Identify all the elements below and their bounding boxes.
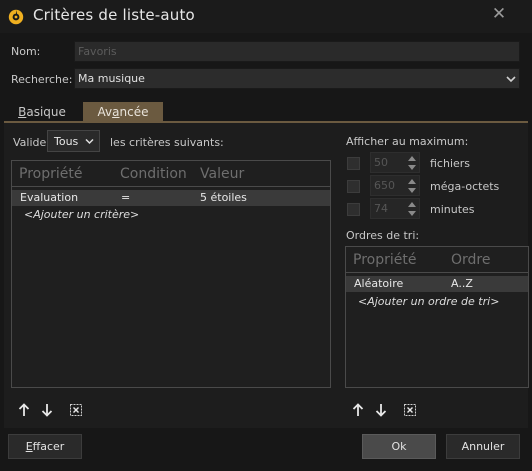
cell-condition: = bbox=[121, 191, 131, 204]
chevron-down-icon bbox=[506, 76, 516, 83]
window-title: Critères de liste-auto bbox=[33, 6, 195, 24]
column-header-property[interactable]: Propriété bbox=[19, 166, 82, 182]
table-row[interactable]: Aléatoire A..Z bbox=[346, 276, 528, 292]
limits-heading: Afficher au maximum: bbox=[346, 135, 469, 148]
column-header-condition[interactable]: Condition bbox=[120, 166, 187, 182]
column-header-sort-property[interactable]: Propriété bbox=[353, 252, 416, 268]
name-label: Nom: bbox=[11, 45, 41, 58]
limit-minutes-value: 74 bbox=[374, 202, 388, 215]
chevron-down-icon bbox=[85, 138, 94, 145]
tab-advanced-label-start: Av bbox=[97, 105, 113, 119]
move-down-icon[interactable] bbox=[41, 403, 53, 417]
valid-label: Valide bbox=[13, 136, 47, 149]
app-logo-icon bbox=[8, 9, 24, 25]
limit-files-unit: fichiers bbox=[430, 157, 471, 170]
close-icon[interactable]: ✕ bbox=[488, 3, 510, 25]
tab-advanced[interactable]: Avancée bbox=[83, 102, 163, 122]
tab-basic-label: asique bbox=[26, 105, 66, 119]
sort-move-down-icon[interactable] bbox=[375, 403, 387, 417]
limit-megabytes-spinner[interactable]: 650 bbox=[370, 175, 420, 196]
tab-advanced-mnemonic: a bbox=[112, 105, 120, 119]
match-dropdown[interactable]: Tous bbox=[47, 130, 100, 152]
move-up-icon[interactable] bbox=[18, 403, 30, 417]
clear-button[interactable]: Effacer bbox=[8, 434, 82, 459]
ok-button[interactable]: Ok bbox=[362, 434, 436, 459]
spinner-up-icon[interactable] bbox=[408, 179, 416, 184]
sort-heading: Ordres de tri: bbox=[346, 229, 420, 242]
spinner-down-icon[interactable] bbox=[408, 211, 416, 216]
tab-basic[interactable]: Basique bbox=[8, 102, 76, 122]
spinner-up-icon[interactable] bbox=[408, 156, 416, 161]
add-sort-link[interactable]: <Ajouter un ordre de tri> bbox=[358, 295, 499, 308]
limit-minutes-spinner[interactable]: 74 bbox=[370, 198, 420, 219]
spinner-up-icon[interactable] bbox=[408, 202, 416, 207]
name-field[interactable]: Favoris bbox=[74, 41, 520, 62]
limit-minutes-checkbox[interactable] bbox=[347, 203, 360, 216]
spinner-down-icon[interactable] bbox=[408, 188, 416, 193]
limit-files-value: 50 bbox=[374, 156, 388, 169]
delete-icon[interactable] bbox=[69, 403, 83, 417]
table-row[interactable]: Evaluation = 5 étoiles bbox=[12, 190, 330, 206]
tab-advanced-label: ncée bbox=[119, 105, 149, 119]
sort-grid-header: Propriété Ordre bbox=[346, 247, 528, 273]
criteria-grid: Propriété Condition Valeur Evaluation = … bbox=[11, 160, 331, 388]
cell-sort-order: A..Z bbox=[451, 277, 473, 290]
cell-property: Evaluation bbox=[20, 191, 79, 204]
cell-value: 5 étoiles bbox=[200, 191, 247, 204]
add-criterion-link[interactable]: <Ajouter un critère> bbox=[24, 208, 139, 221]
sort-grid: Propriété Ordre Aléatoire A..Z <Ajouter … bbox=[345, 246, 529, 388]
clear-label: ffacer bbox=[32, 440, 65, 453]
column-header-value[interactable]: Valeur bbox=[200, 166, 244, 182]
search-value: Ma musique bbox=[78, 72, 145, 85]
search-label: Recherche: bbox=[11, 73, 73, 86]
criteria-grid-header: Propriété Condition Valeur bbox=[12, 161, 330, 187]
limit-files-spinner[interactable]: 50 bbox=[370, 152, 420, 173]
limit-megabytes-unit: méga-octets bbox=[430, 180, 500, 193]
name-value: Favoris bbox=[78, 45, 117, 58]
limit-megabytes-value: 650 bbox=[374, 179, 395, 192]
criteria-suffix-label: les critères suivants: bbox=[110, 136, 224, 149]
search-dropdown[interactable]: Ma musique bbox=[74, 68, 520, 89]
limit-megabytes-checkbox[interactable] bbox=[347, 180, 360, 193]
cancel-button[interactable]: Annuler bbox=[446, 434, 520, 459]
limit-minutes-unit: minutes bbox=[430, 203, 475, 216]
cell-sort-property: Aléatoire bbox=[354, 277, 404, 290]
column-header-sort-order[interactable]: Ordre bbox=[451, 252, 490, 268]
sort-move-up-icon[interactable] bbox=[352, 403, 364, 417]
sort-delete-icon[interactable] bbox=[403, 403, 417, 417]
match-value: Tous bbox=[54, 135, 79, 148]
limit-files-checkbox[interactable] bbox=[347, 157, 360, 170]
clear-mnemonic: E bbox=[25, 440, 33, 453]
spinner-down-icon[interactable] bbox=[408, 165, 416, 170]
